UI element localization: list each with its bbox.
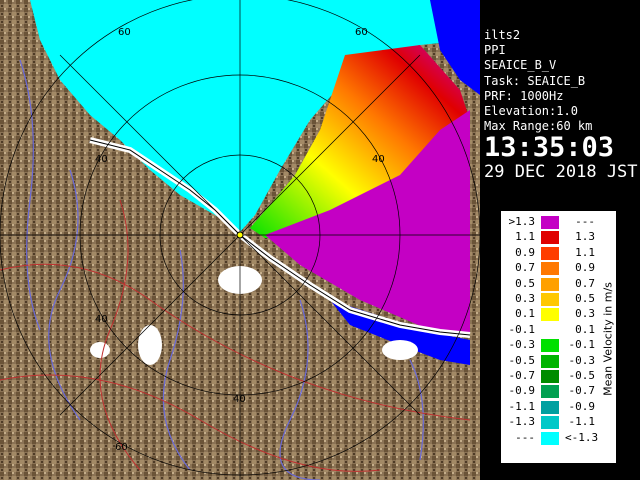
legend-row: -0.5 -0.3	[501, 354, 601, 369]
range-label: 40	[372, 154, 385, 165]
legend-low-value: 0.1	[515, 307, 535, 321]
legend-high-value: ---	[575, 215, 595, 228]
legend-row: >1.3 ---	[501, 215, 601, 230]
legend-swatch	[541, 354, 559, 368]
legend-low-value: -0.7	[508, 369, 536, 382]
legend-title: Mean Velocity in m/s	[601, 282, 615, 396]
legend-low-value: 1.1	[515, 230, 535, 244]
legend-high-value: 0.9	[575, 261, 595, 275]
legend-high-value: -0.3	[568, 353, 596, 367]
scan-time: 13:35:03	[484, 132, 615, 164]
range-label: 40	[95, 314, 108, 325]
legend-swatch	[541, 277, 559, 291]
legend-high-value: <-1.3	[565, 430, 599, 444]
legend-row: -0.1 0.1	[501, 323, 601, 338]
legend-swatch	[541, 416, 559, 430]
info-panel: ilts2 PPI SEAICE_B_V Task: SEAICE_B PRF:…	[480, 28, 640, 182]
legend-swatch	[541, 370, 559, 383]
velocity-legend: >1.3 --- 1.1 1.3 0.9 1.1 0.7 0.9 0.5 0.7 0.3 0.5 0.1…	[500, 210, 617, 464]
legend-low-value: -0.9	[508, 384, 536, 398]
legend-swatch	[541, 293, 559, 306]
white-patch	[90, 342, 110, 358]
legend-low-value: 0.5	[515, 276, 535, 290]
legend-swatch	[541, 308, 559, 322]
legend-high-value: 0.1	[575, 322, 595, 336]
legend-row: 1.1 1.3	[501, 230, 601, 245]
legend-high-value: -0.7	[568, 384, 596, 398]
range-label: 60	[115, 442, 128, 453]
legend-row: 0.5 0.7	[501, 277, 601, 292]
legend-low-value: ---	[515, 430, 535, 444]
legend-low-value: -1.1	[508, 399, 536, 413]
legend-low-value: 0.7	[515, 261, 535, 275]
legend-row: -1.3 -1.1	[501, 415, 601, 430]
station-name: ilts2	[484, 28, 521, 42]
legend-high-value: -1.1	[568, 415, 596, 429]
task-name: Task: SEAICE_B	[484, 73, 586, 88]
legend-row: 0.9 1.1	[501, 246, 601, 261]
legend-low-value: -1.3	[508, 415, 536, 429]
product-name: SEAICE_B_V	[484, 58, 557, 73]
legend-swatch	[541, 262, 559, 276]
range-label: 40	[95, 154, 108, 165]
legend-swatch	[541, 323, 559, 337]
scan-date: 29 DEC 2018 JST	[484, 162, 638, 183]
legend-swatch	[541, 339, 559, 353]
legend-low-value: 0.3	[515, 292, 535, 305]
elevation-value: Elevation:1.0	[484, 104, 578, 119]
legend-swatch	[541, 431, 559, 445]
legend-high-value: 0.3	[575, 307, 595, 321]
radar-site-marker	[236, 231, 244, 239]
legend-high-value: 0.5	[575, 292, 595, 305]
legend-row: -0.7 -0.5	[501, 369, 601, 384]
legend-row: 0.7 0.9	[501, 261, 601, 276]
white-patch	[138, 325, 162, 365]
legend-swatch	[541, 400, 559, 414]
prf-value: PRF: 1000Hz	[484, 88, 564, 103]
legend-swatch	[541, 231, 559, 245]
legend-swatch	[541, 246, 559, 260]
scan-mode: PPI	[484, 43, 506, 58]
legend-high-value: 1.3	[575, 230, 595, 244]
legend-swatch	[541, 385, 559, 399]
white-patch	[382, 340, 418, 360]
legend-swatch	[541, 216, 559, 229]
legend-low-value: -0.1	[508, 322, 536, 336]
legend-low-value: -0.3	[508, 338, 536, 352]
range-label: 40	[233, 394, 246, 405]
legend-low-value: >1.3	[508, 215, 536, 228]
legend-row: -1.1 -0.9	[501, 400, 601, 415]
legend-row: -0.3 -0.1	[501, 338, 601, 353]
legend-row: --- <-1.3	[501, 431, 601, 446]
legend-low-value: 0.9	[515, 245, 535, 259]
legend-high-value: 0.7	[575, 276, 595, 290]
range-label: 60	[118, 27, 131, 38]
legend-row: -0.9 -0.7	[501, 384, 601, 399]
legend-high-value: 1.1	[575, 245, 595, 259]
legend-row: 0.3 0.5	[501, 292, 601, 307]
legend-high-value: -0.5	[568, 369, 596, 382]
legend-row: 0.1 0.3	[501, 307, 601, 322]
legend-high-value: -0.1	[568, 338, 596, 352]
range-label: 60	[355, 27, 368, 38]
legend-high-value: -0.9	[568, 399, 596, 413]
legend-low-value: -0.5	[508, 353, 536, 367]
radar-ppi-display: 60 60 40 40 40 40 60	[0, 0, 480, 480]
